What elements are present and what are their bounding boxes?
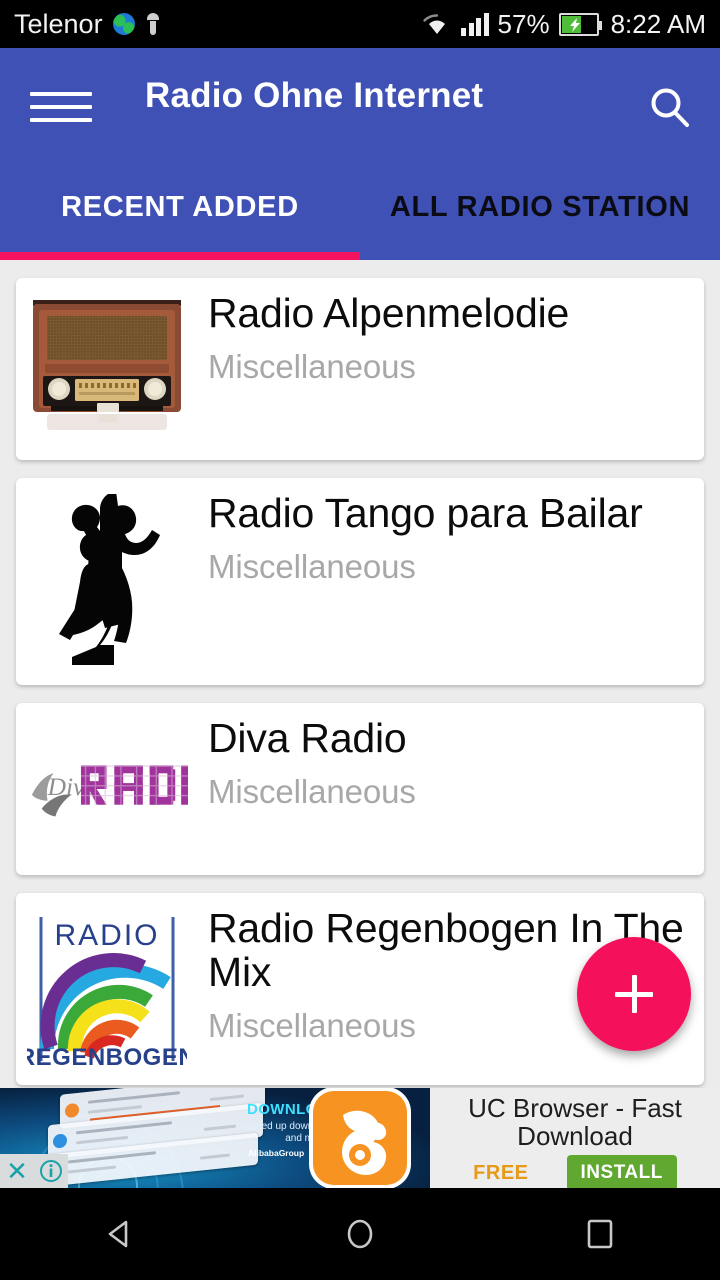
ad-artwork: DOWNLOAD FAST Speed up downloading video…	[0, 1088, 430, 1188]
radio-regenbogen-logo: RADIO REGENBOGEN	[27, 909, 187, 1069]
station-text: Radio Tango para Bailar Miscellaneous	[188, 478, 704, 600]
station-text: Diva Radio Miscellaneous	[188, 703, 704, 825]
station-thumbnail	[26, 294, 188, 444]
uc-browser-squirrel-icon	[313, 1091, 407, 1185]
ad-details: UC Browser - Fast Download FREE INSTALL	[430, 1088, 720, 1188]
carrier-label: Telenor	[14, 8, 103, 39]
status-bar: Telenor 57% 8:22 AM	[0, 0, 720, 48]
station-text: Radio Alpenmelodie Miscellaneous	[188, 278, 704, 400]
svg-text:REGENBOGEN: REGENBOGEN	[27, 1044, 187, 1069]
info-icon[interactable]	[34, 1154, 68, 1188]
install-button[interactable]: INSTALL	[566, 1155, 677, 1188]
battery-icon	[558, 12, 602, 36]
tab-indicator	[0, 252, 360, 260]
ad-banner[interactable]: DOWNLOAD FAST Speed up downloading video…	[0, 1088, 720, 1188]
station-category: Miscellaneous	[208, 347, 416, 385]
ad-price-label: FREE	[473, 1161, 529, 1184]
station-title: Radio Tango para Bailar	[208, 490, 643, 536]
ad-action-row: FREE INSTALL	[473, 1155, 677, 1188]
alibaba-brand-label: AlibabaGroup	[248, 1148, 305, 1158]
svg-text:RADIO: RADIO	[54, 919, 159, 952]
search-icon[interactable]	[646, 84, 694, 132]
hamburger-menu-icon[interactable]	[30, 92, 92, 122]
station-category: Miscellaneous	[208, 547, 416, 585]
station-category: Miscellaneous	[208, 772, 416, 810]
close-icon[interactable]: ✕	[0, 1154, 34, 1188]
android-navigation-bar	[0, 1188, 720, 1280]
phone-screen: Telenor 57% 8:22 AM Radio Ohne Internet …	[0, 0, 720, 1280]
status-bar-left: Telenor	[14, 9, 161, 40]
add-station-fab[interactable]	[577, 937, 691, 1051]
list-item[interactable]: Diva Diva Radio Miscellaneous	[16, 703, 704, 875]
station-thumbnail: RADIO REGENBOGEN	[26, 909, 188, 1069]
recents-square-icon[interactable]	[540, 1188, 660, 1280]
station-thumbnail	[26, 494, 188, 669]
station-title: Diva Radio	[208, 715, 407, 761]
tab-bar: RECENT ADDED ALL RADIO STATION	[0, 166, 720, 260]
app-bar: Radio Ohne Internet RECENT ADDED ALL RAD…	[0, 48, 720, 260]
list-item[interactable]: Radio Alpenmelodie Miscellaneous	[16, 278, 704, 460]
ad-app-title: UC Browser - Fast Download	[468, 1093, 682, 1152]
tango-dancers-silhouette	[59, 494, 160, 665]
battery-percent-label: 57%	[497, 8, 550, 39]
home-circle-icon[interactable]	[300, 1188, 420, 1280]
station-title: Radio Alpenmelodie	[208, 290, 570, 336]
status-bar-right: 57% 8:22 AM	[422, 9, 706, 40]
clock-label: 8:22 AM	[610, 8, 706, 39]
vintage-radio-image	[33, 300, 181, 438]
diva-radio-logo: Diva	[31, 765, 188, 817]
page-title: Radio Ohne Internet	[145, 76, 484, 115]
station-thumbnail: Diva	[26, 719, 188, 859]
globe-icon	[112, 13, 135, 35]
wifi-icon	[422, 12, 452, 36]
android-icon	[145, 13, 161, 35]
back-triangle-icon[interactable]	[60, 1188, 180, 1280]
list-item[interactable]: Radio Tango para Bailar Miscellaneous	[16, 478, 704, 685]
tab-all-radio-station[interactable]: ALL RADIO STATION	[360, 166, 720, 260]
tab-recent-added[interactable]: RECENT ADDED	[0, 166, 360, 260]
signal-icon	[461, 12, 489, 36]
